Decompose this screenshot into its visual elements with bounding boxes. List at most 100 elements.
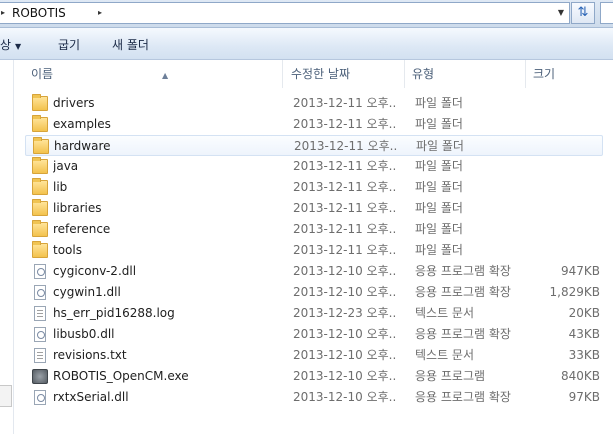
column-header-type[interactable]: 유형: [406, 60, 526, 88]
file-row[interactable]: java 2013-12-11 오후... 파일 폴더: [25, 156, 603, 177]
file-type: 파일 폴더: [415, 117, 463, 131]
file-row[interactable]: rxtxSerial.dll 2013-12-10 오후... 응용 프로그램 확장…: [25, 387, 603, 408]
file-type: 응용 프로그램 확장: [415, 285, 511, 299]
file-size: [530, 240, 600, 261]
file-name: drivers: [53, 96, 95, 110]
file-name: revisions.txt: [53, 348, 127, 362]
file-type: 파일 폴더: [415, 96, 463, 110]
folder-icon: [32, 157, 48, 174]
file-name: hs_err_pid16288.log: [53, 306, 175, 320]
file-row[interactable]: drivers 2013-12-11 오후... 파일 폴더: [25, 93, 603, 114]
folder-icon: [32, 220, 48, 237]
organize-menu-button[interactable]: 상 ▼: [0, 36, 21, 53]
file-date-modified: 2013-12-11 오후...: [293, 222, 397, 236]
file-size: 43KB: [568, 327, 600, 341]
file-date-modified: 2013-12-10 오후...: [293, 348, 397, 362]
address-history-dropdown-icon[interactable]: ▼: [553, 5, 569, 21]
exe-icon: [32, 369, 48, 384]
file-name: java: [53, 159, 79, 173]
file-name: ROBOTIS_OpenCM.exe: [53, 369, 189, 383]
file-name: examples: [53, 117, 111, 131]
text-file-icon: [34, 348, 46, 363]
column-header-name-label: 이름: [31, 67, 54, 81]
file-size: [530, 198, 600, 219]
file-name: libraries: [53, 201, 102, 215]
file-date-modified: 2013-12-10 오후...: [293, 285, 397, 299]
file-date-modified: 2013-12-10 오후...: [293, 327, 397, 341]
folder-icon: [33, 137, 49, 154]
file-row[interactable]: reference 2013-12-11 오후... 파일 폴더: [25, 219, 603, 240]
navigation-pane[interactable]: [0, 60, 14, 434]
file-row[interactable]: libusb0.dll 2013-12-10 오후... 응용 프로그램 확장 43K…: [25, 324, 603, 345]
organize-label: 상: [0, 38, 12, 52]
folder-icon: [32, 178, 48, 195]
file-size: [530, 219, 600, 240]
file-row[interactable]: lib 2013-12-11 오후... 파일 폴더: [25, 177, 603, 198]
sort-ascending-icon: ▲: [162, 71, 169, 80]
file-size: 33KB: [568, 348, 600, 362]
file-row[interactable]: ROBOTIS_OpenCM.exe 2013-12-10 오후... 응용 프로그…: [25, 366, 603, 387]
file-type: 응용 프로그램 확장: [415, 390, 511, 404]
new-folder-button[interactable]: 새 폴더: [112, 36, 149, 53]
file-date-modified: 2013-12-10 오후...: [293, 369, 397, 383]
file-type: 응용 프로그램 확장: [415, 264, 511, 278]
file-size: 97KB: [568, 390, 600, 404]
file-type: 텍스트 문서: [415, 306, 475, 320]
chevron-down-icon: ▼: [15, 42, 22, 51]
file-type: 파일 폴더: [415, 159, 463, 173]
file-date-modified: 2013-12-10 오후...: [293, 264, 397, 278]
breadcrumb-chevron-icon[interactable]: ▸: [98, 8, 102, 17]
search-input[interactable]: [600, 2, 613, 24]
file-name: libusb0.dll: [53, 327, 115, 341]
file-date-modified: 2013-12-11 오후...: [293, 243, 397, 257]
file-type: 텍스트 문서: [415, 348, 475, 362]
file-row[interactable]: examples 2013-12-11 오후... 파일 폴더: [25, 114, 603, 135]
file-date-modified: 2013-12-11 오후...: [293, 96, 397, 110]
file-size: 1,829KB: [549, 285, 600, 299]
file-type: 응용 프로그램: [415, 369, 486, 383]
dll-icon: [34, 285, 46, 300]
file-row[interactable]: cygwin1.dll 2013-12-10 오후... 응용 프로그램 확장 1,8…: [25, 282, 603, 303]
navigation-pane-item[interactable]: [0, 385, 12, 407]
file-date-modified: 2013-12-11 오후...: [293, 201, 397, 215]
file-size: 947KB: [560, 264, 600, 278]
file-date-modified: 2013-12-11 오후...: [293, 117, 397, 131]
dll-icon: [34, 390, 46, 405]
file-row[interactable]: libraries 2013-12-11 오후... 파일 폴더: [25, 198, 603, 219]
file-row[interactable]: cygiconv-2.dll 2013-12-10 오후... 응용 프로그램 확장…: [25, 261, 603, 282]
file-size: [530, 114, 600, 135]
file-name: rxtxSerial.dll: [53, 390, 129, 404]
file-name: cygwin1.dll: [53, 285, 121, 299]
address-bar[interactable]: ▸ ROBOTIS ▸ ▼: [0, 2, 570, 24]
file-size: 840KB: [560, 369, 600, 383]
file-type: 파일 폴더: [415, 222, 463, 236]
breadcrumb-robotis[interactable]: ROBOTIS: [12, 6, 66, 20]
file-name: lib: [53, 180, 68, 194]
file-date-modified: 2013-12-23 오후...: [293, 306, 397, 320]
file-date-modified: 2013-12-10 오후...: [293, 390, 397, 404]
folder-icon: [32, 241, 48, 258]
burn-button[interactable]: 굽기: [58, 36, 80, 53]
refresh-button[interactable]: ⇅: [571, 2, 595, 24]
column-header-name[interactable]: 이름 ▲: [25, 60, 283, 88]
file-name: hardware: [54, 139, 111, 153]
folder-icon: [32, 94, 48, 111]
column-header-row: 이름 ▲ 수정한 날짜 유형 크기: [15, 60, 613, 88]
breadcrumb-left-chevron-icon[interactable]: ▸: [1, 8, 5, 17]
file-row[interactable]: revisions.txt 2013-12-10 오후... 텍스트 문서 33KB: [25, 345, 603, 366]
file-row[interactable]: tools 2013-12-11 오후... 파일 폴더: [25, 240, 603, 261]
file-size: [530, 156, 600, 177]
column-header-date[interactable]: 수정한 날짜: [285, 60, 405, 88]
file-type: 파일 폴더: [416, 139, 464, 153]
file-row[interactable]: hs_err_pid16288.log 2013-12-23 오후... 텍스트 문…: [25, 303, 603, 324]
file-row[interactable]: hardware 2013-12-11 오후... 파일 폴더: [25, 135, 603, 156]
file-date-modified: 2013-12-11 오후...: [294, 139, 398, 153]
column-header-size[interactable]: 크기: [527, 60, 613, 88]
folder-icon: [32, 199, 48, 216]
dll-icon: [34, 327, 46, 342]
address-bar-region: ▸ ROBOTIS ▸ ▼ ⇅: [0, 0, 613, 28]
file-name: tools: [53, 243, 82, 257]
file-date-modified: 2013-12-11 오후...: [293, 159, 397, 173]
file-name: reference: [53, 222, 111, 236]
file-type: 응용 프로그램 확장: [415, 327, 511, 341]
